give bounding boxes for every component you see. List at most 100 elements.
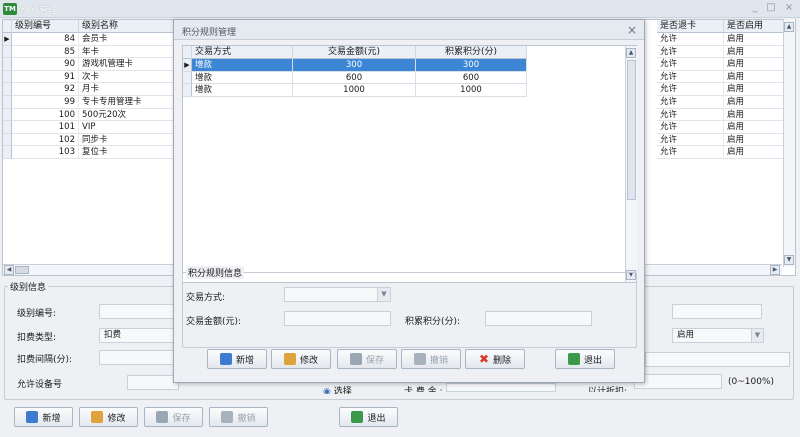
dialog-vertical-scrollbar[interactable]: ▲ ▼ [625, 46, 637, 282]
row-indicator[interactable] [3, 146, 12, 159]
cell-level-id: 100 [12, 108, 79, 122]
select-device-button[interactable]: ◉ 选择 [323, 384, 378, 394]
scroll-thumb[interactable] [15, 266, 29, 274]
interval-label: 扣费间隔(分): [17, 355, 73, 365]
column-header-enabled[interactable]: 是否启用 [724, 20, 784, 33]
delete-icon: ✖ [478, 352, 490, 366]
dialog-cancel-button[interactable]: 撤销 [401, 349, 461, 369]
scroll-left-icon[interactable]: ◀ [4, 265, 14, 275]
row-indicator[interactable] [3, 83, 12, 96]
cell-refund: 允许 [657, 58, 724, 71]
dialog-close-icon[interactable]: × [627, 23, 637, 37]
close-icon[interactable]: × [783, 2, 795, 14]
column-header-refund[interactable]: 是否退卡 [657, 20, 724, 33]
cell-level-id: 102 [12, 133, 79, 147]
dialog-column-points[interactable]: 积累积分(分) [416, 46, 527, 59]
cell-refund: 允许 [657, 70, 724, 84]
column-header-level-id[interactable]: 级别编号 [12, 20, 79, 33]
cell-level-name: 专卡专用管理卡 [79, 96, 179, 109]
grid-vertical-scrollbar[interactable]: ▲ ▼ [783, 19, 795, 267]
row-indicator[interactable] [3, 108, 12, 122]
cell-enabled: 启用 [724, 70, 784, 84]
dialog-title-bar: 积分规则管理 × [174, 20, 644, 40]
row-indicator[interactable]: ▶ [3, 33, 12, 46]
save-button[interactable]: 保存 [144, 407, 203, 427]
dialog-row-indicator[interactable] [183, 84, 192, 97]
row-indicator[interactable] [3, 58, 12, 71]
column-header-level-name[interactable]: 级别名称 [79, 20, 179, 33]
level-id-field[interactable] [99, 304, 179, 319]
row-indicator[interactable] [3, 70, 12, 84]
dialog-exit-button[interactable]: 退出 [555, 349, 615, 369]
cell-level-name: 月卡 [79, 83, 179, 96]
cell-refund: 允许 [657, 45, 724, 59]
dialog-column-amount[interactable]: 交易金额(元) [293, 46, 416, 59]
scroll-down-icon[interactable]: ▼ [784, 255, 794, 265]
interval-field[interactable] [99, 350, 179, 365]
row-header-corner [3, 20, 12, 33]
exit-button[interactable]: 退出 [339, 407, 398, 427]
maximize-icon[interactable]: □ [765, 2, 777, 14]
points-rule-info-group [182, 272, 637, 348]
cell-amount: 600 [293, 71, 416, 84]
add-button[interactable]: 新增 [14, 407, 73, 427]
dialog-delete-button[interactable]: ✖ 删除 [465, 349, 525, 369]
right-field-3[interactable] [645, 352, 790, 367]
cell-level-id: 99 [12, 96, 79, 109]
points-field[interactable] [485, 311, 592, 326]
dialog-column-method[interactable]: 交易方式 [192, 46, 293, 59]
exit-icon [351, 411, 364, 423]
cell-level-name: 同步卡 [79, 133, 179, 147]
method-chevron-down-icon[interactable]: ▼ [377, 288, 390, 301]
cell-amount: 1000 [293, 84, 416, 97]
edit-button[interactable]: 修改 [79, 407, 138, 427]
chevron-down-icon[interactable]: ▼ [751, 329, 763, 342]
dialog-scroll-thumb[interactable] [627, 60, 636, 200]
points-rule-grid[interactable]: 交易方式 交易金额(元) 积累积分(分) ▶ 增款 300 300 增款 600 600 增款… [182, 45, 637, 283]
discount-field[interactable] [634, 374, 722, 389]
discount-type-label: 扣费类型: [17, 333, 57, 343]
dialog-row-indicator[interactable] [183, 71, 192, 84]
edit-icon [91, 411, 104, 423]
cell-points: 1000 [416, 84, 527, 97]
device-label: 允许设备号 [17, 380, 63, 390]
cell-enabled: 启用 [724, 58, 784, 71]
cell-enabled: 启用 [724, 146, 784, 159]
dialog-save-button[interactable]: 保存 [337, 349, 397, 369]
card-fee-field[interactable] [446, 383, 556, 392]
row-indicator[interactable] [3, 133, 12, 147]
discount-type-field[interactable]: 扣费 [99, 328, 179, 343]
row-indicator[interactable] [3, 96, 12, 109]
amount-field[interactable] [284, 311, 391, 326]
cell-level-id: 103 [12, 146, 79, 159]
cell-level-id: 90 [12, 58, 79, 71]
row-indicator[interactable] [3, 45, 12, 59]
scroll-up-icon[interactable]: ▲ [784, 22, 794, 32]
dialog-scroll-up-icon[interactable]: ▲ [626, 48, 636, 58]
dialog-add-button[interactable]: 新增 [207, 349, 267, 369]
title-bar: TM 级别管理 _ □ × [0, 0, 800, 18]
row-indicator[interactable] [3, 121, 12, 134]
minimize-icon[interactable]: _ [749, 2, 761, 14]
method-select[interactable] [284, 287, 391, 302]
cell-method: 增款 [192, 71, 293, 84]
dialog-edit-button[interactable]: 修改 [271, 349, 331, 369]
cell-refund: 允许 [657, 133, 724, 147]
cell-level-name: 次卡 [79, 70, 179, 84]
cell-level-name: 游戏机管理卡 [79, 58, 179, 71]
cell-level-name: 会员卡 [79, 33, 179, 46]
cell-refund: 允许 [657, 121, 724, 134]
device-field[interactable] [127, 375, 179, 390]
dialog-add-icon [219, 353, 232, 365]
cancel-button[interactable]: 撤销 [209, 407, 268, 427]
cell-refund: 允许 [657, 83, 724, 96]
undo-icon [221, 411, 234, 423]
scroll-right-icon[interactable]: ▶ [770, 265, 780, 275]
cell-enabled: 启用 [724, 133, 784, 147]
right-field-1[interactable] [672, 304, 762, 319]
cell-refund: 允许 [657, 108, 724, 122]
dialog-row-indicator[interactable]: ▶ [183, 59, 192, 72]
level-id-label: 级别编号: [17, 309, 57, 319]
cell-enabled: 启用 [724, 121, 784, 134]
cell-refund: 允许 [657, 96, 724, 109]
